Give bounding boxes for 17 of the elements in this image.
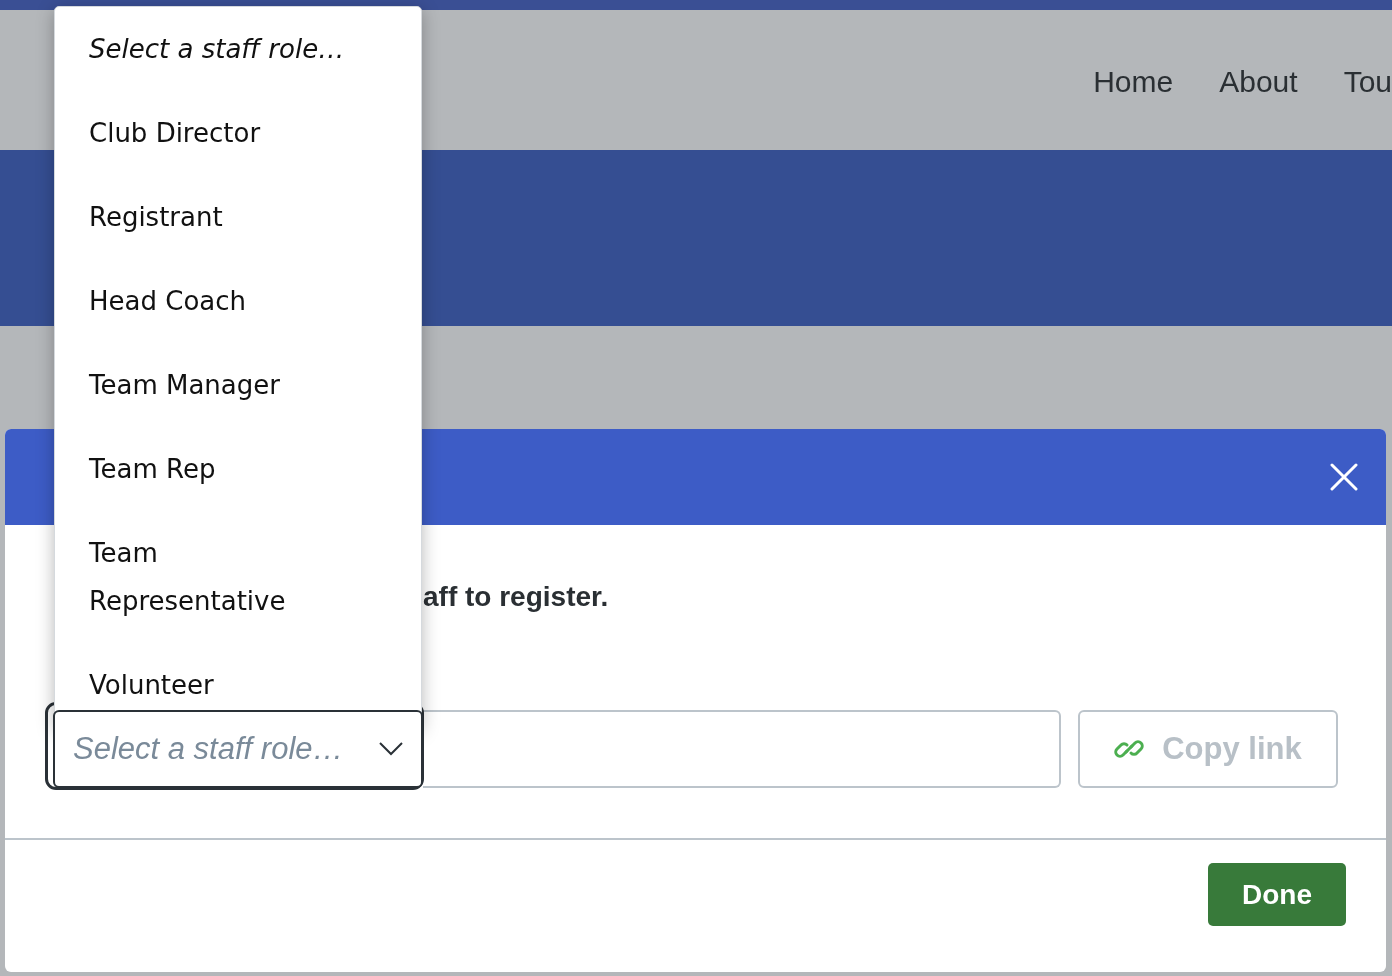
link-field[interactable] — [423, 710, 1061, 788]
role-select[interactable]: Select a staff role… — [53, 710, 423, 788]
select-placeholder: Select a staff role… — [73, 731, 345, 767]
placeholder-option[interactable]: Select a staff role… — [55, 7, 421, 91]
close-icon[interactable] — [1330, 463, 1358, 491]
menu-option[interactable]: Team Representative — [55, 511, 421, 643]
menu-option[interactable]: Team Manager — [55, 343, 421, 427]
menu-option[interactable]: Registrant — [55, 175, 421, 259]
instruction-text: aff to register. — [423, 580, 610, 614]
done-button[interactable]: Done — [1208, 863, 1346, 926]
menu-option[interactable]: Club Director — [55, 91, 421, 175]
nav-link[interactable]: Tou — [1343, 65, 1392, 99]
menu-option[interactable]: Head Coach — [55, 259, 421, 343]
nav-link[interactable]: Home — [1093, 65, 1174, 99]
chevron-down-icon — [379, 742, 403, 756]
nav-link[interactable]: About — [1219, 65, 1298, 99]
menu-option[interactable]: Team Rep — [55, 427, 421, 511]
